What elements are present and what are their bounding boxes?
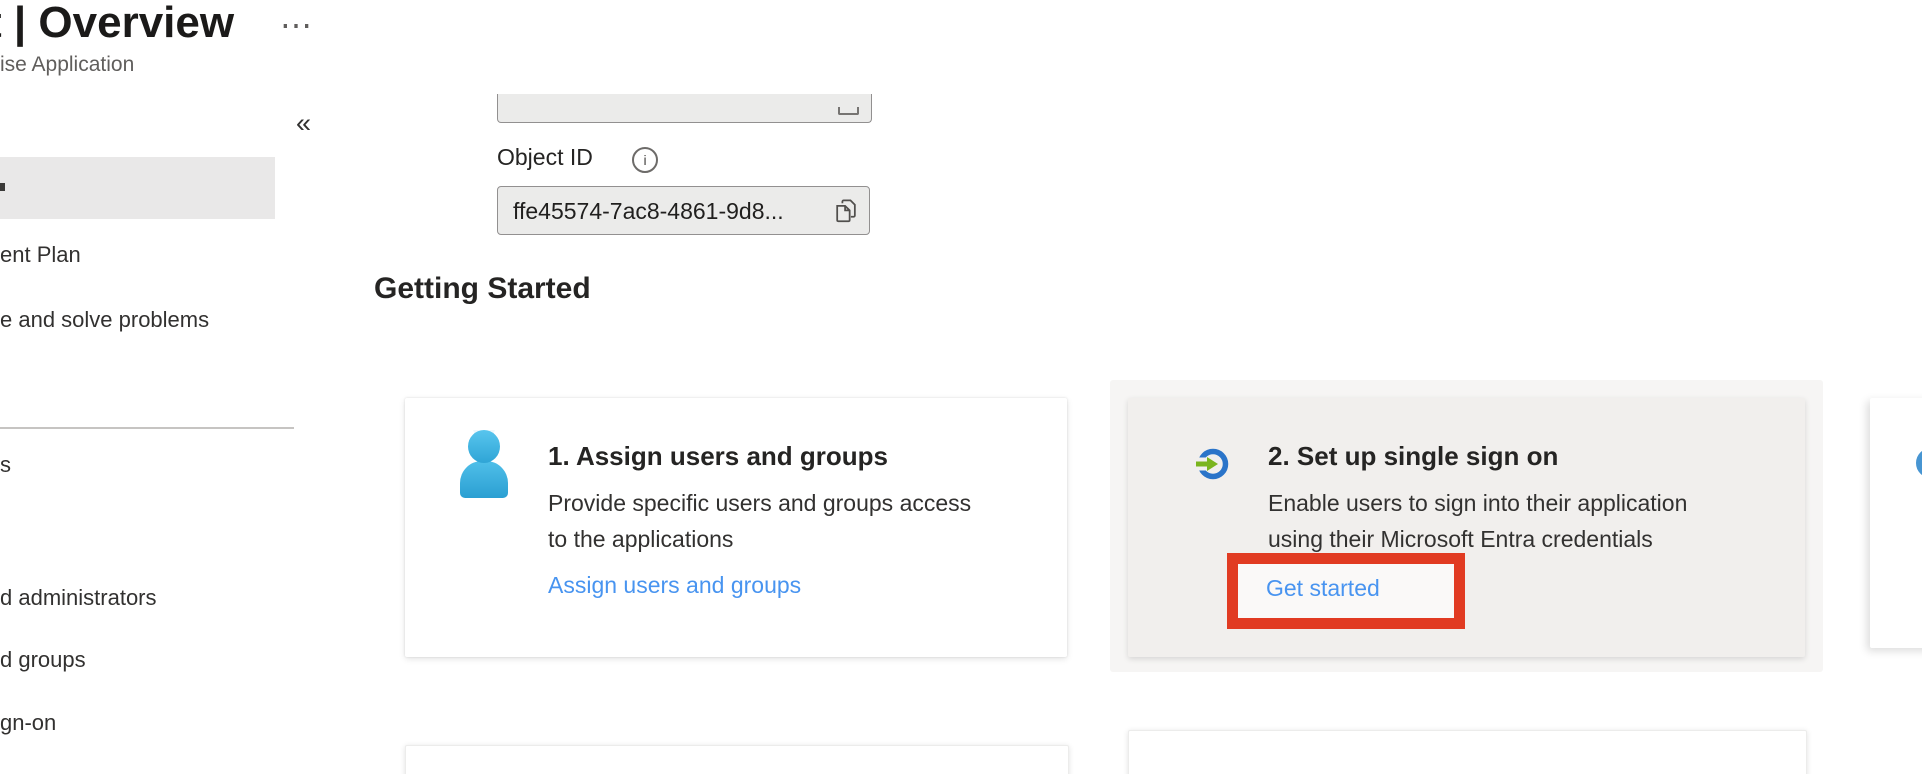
sidebar-item-deployment-plan[interactable]: ent Plan bbox=[0, 224, 275, 286]
sidebar-item-properties[interactable]: s bbox=[0, 434, 275, 496]
sidebar-selected-text-fragment bbox=[0, 183, 5, 191]
object-id-label: Object ID bbox=[497, 144, 593, 171]
copy-icon[interactable] bbox=[832, 197, 859, 224]
card-partial-bottom-right bbox=[1128, 730, 1807, 774]
sidebar-item-users-groups[interactable]: d groups bbox=[0, 629, 275, 691]
info-icon[interactable]: i bbox=[632, 147, 658, 173]
sidebar-item-diagnose-solve-problems[interactable]: e and solve problems bbox=[0, 289, 275, 351]
card-title: 1. Assign users and groups bbox=[548, 441, 888, 472]
sidebar-item-single-sign-on[interactable]: gn-on bbox=[0, 692, 275, 754]
single-sign-on-icon bbox=[1194, 446, 1230, 482]
card-description-line: Provide specific users and groups access bbox=[548, 490, 971, 517]
sidebar-divider bbox=[0, 427, 294, 429]
card-partial-right bbox=[1870, 398, 1922, 648]
more-menu-icon[interactable]: ⋯ bbox=[280, 6, 315, 44]
clock-icon bbox=[1916, 448, 1922, 478]
truncated-field[interactable] bbox=[497, 94, 872, 123]
sidebar-collapse-icon[interactable]: « bbox=[296, 108, 311, 139]
getting-started-heading: Getting Started bbox=[374, 272, 591, 306]
card-title: 2. Set up single sign on bbox=[1268, 441, 1558, 472]
page-subtitle: ise Application bbox=[0, 53, 134, 77]
page-title: t | Overview bbox=[0, 0, 234, 48]
sidebar-item-overview[interactable] bbox=[0, 157, 275, 219]
card-description-line: Enable users to sign into their applicat… bbox=[1268, 490, 1687, 517]
card-partial-bottom-left bbox=[405, 745, 1069, 774]
object-id-field[interactable]: ffe45574-7ac8-4861-9d8... bbox=[497, 186, 870, 235]
assign-users-groups-link[interactable]: Assign users and groups bbox=[548, 572, 801, 599]
entra-overview-page: t | Overview ⋯ ise Application « ent Pla… bbox=[0, 0, 1922, 774]
object-id-value: ffe45574-7ac8-4861-9d8... bbox=[513, 198, 784, 225]
person-icon bbox=[460, 430, 508, 498]
copy-icon[interactable] bbox=[838, 107, 859, 115]
card-description-line: using their Microsoft Entra credentials bbox=[1268, 526, 1653, 553]
sidebar-item-roles-administrators[interactable]: d administrators bbox=[0, 567, 275, 629]
get-started-link[interactable]: Get started bbox=[1266, 575, 1380, 602]
card-description-line: to the applications bbox=[548, 526, 733, 553]
